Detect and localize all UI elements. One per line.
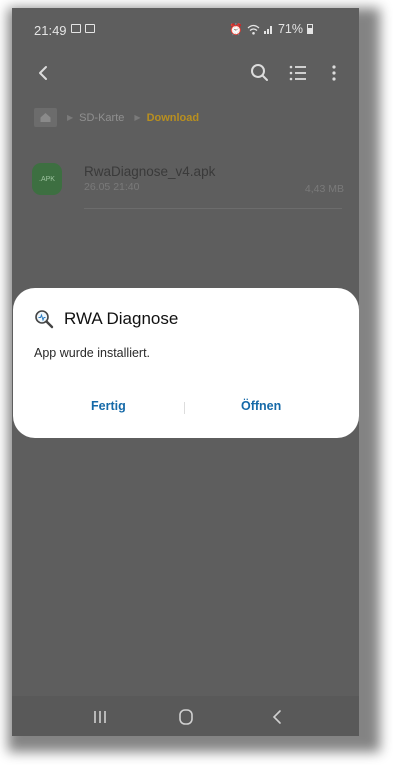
breadcrumb-sd-card[interactable]: SD-Karte	[79, 112, 124, 124]
wifi-icon	[247, 24, 260, 35]
alarm-icon: ⏰	[229, 23, 243, 36]
button-separator	[184, 402, 185, 414]
magnifier-app-icon	[35, 310, 54, 329]
recent-apps-icon[interactable]	[88, 708, 112, 726]
done-button[interactable]: Fertig	[91, 399, 126, 413]
back-arrow-icon[interactable]	[32, 61, 52, 85]
breadcrumb-download[interactable]: Download	[147, 112, 200, 124]
install-dialog: RWA Diagnose App wurde installiert. Fert…	[13, 288, 359, 438]
status-bar: 21:49 ⏰ 71%	[12, 8, 359, 48]
battery-percent: 71%	[277, 22, 303, 36]
breadcrumb: ▶ SD-Karte ▶ Download	[34, 108, 199, 127]
gallery-icon	[85, 24, 95, 33]
open-button[interactable]: Öffnen	[241, 399, 281, 413]
home-icon[interactable]	[174, 708, 198, 726]
notification-icons	[71, 24, 95, 33]
divider	[84, 208, 342, 209]
home-folder-icon[interactable]	[34, 108, 57, 127]
file-name: RwaDiagnose_v4.apk	[84, 164, 216, 179]
dialog-header: RWA Diagnose	[34, 309, 178, 329]
file-size: 4,43 MB	[304, 183, 344, 195]
file-list-item[interactable]: .APK RwaDiagnose_v4.apk 26.05 21:40 4,43…	[32, 163, 344, 218]
breadcrumb-separator-icon: ▶	[134, 113, 141, 122]
more-options-icon[interactable]	[322, 61, 346, 85]
gallery-icon	[71, 24, 81, 33]
breadcrumb-separator-icon: ▶	[67, 113, 74, 122]
list-view-icon[interactable]	[286, 61, 310, 85]
apk-file-icon: .APK	[32, 163, 62, 195]
status-time: 21:49	[34, 23, 67, 38]
battery-icon	[307, 24, 313, 34]
back-icon[interactable]	[266, 708, 290, 726]
dialog-title: RWA Diagnose	[64, 309, 179, 328]
file-date: 26.05 21:40	[84, 181, 140, 193]
status-right: ⏰ 71%	[229, 22, 313, 36]
dialog-message: App wurde installiert.	[34, 346, 151, 360]
signal-icon	[263, 26, 272, 34]
search-icon[interactable]	[248, 61, 272, 85]
toolbar	[12, 55, 359, 95]
navigation-bar	[12, 696, 359, 736]
